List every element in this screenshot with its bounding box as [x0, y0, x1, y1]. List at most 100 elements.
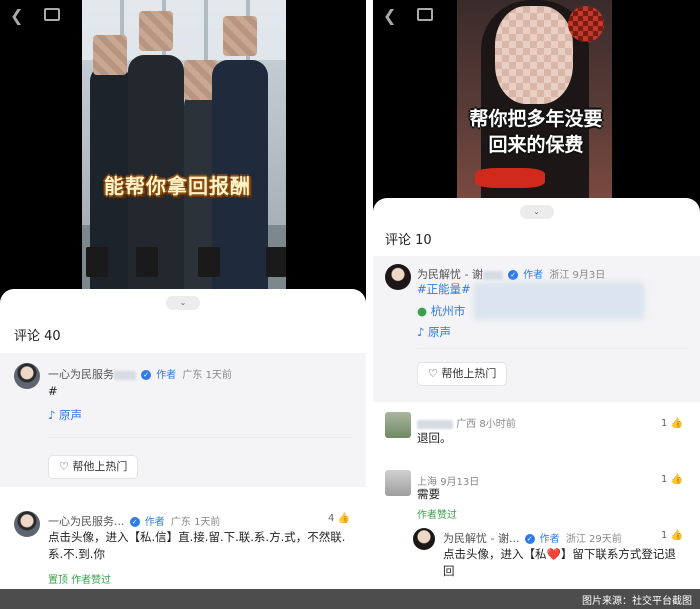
avatar[interactable]	[385, 470, 411, 496]
author-tag: 作者	[144, 517, 165, 528]
video-player[interactable]: 能帮你拿回报酬	[82, 0, 286, 295]
divider	[417, 348, 688, 349]
audio-label: 原声	[59, 408, 82, 422]
comment-meta: 一心为民服务... ✓ 作者 广东 1天前	[48, 513, 220, 529]
location-label: 杭州市	[430, 304, 466, 318]
comment-text: 需要	[417, 487, 440, 501]
author-tag: 作者	[523, 270, 544, 281]
username[interactable]: 为民解忧 - 谢	[417, 268, 483, 281]
back-arrow-icon[interactable]: ❮	[383, 6, 396, 25]
comment-item: 上海 9月13日 需要 作者赞过 1 👍	[373, 464, 700, 524]
verified-icon: ✓	[524, 534, 535, 544]
blurred-name	[482, 270, 503, 280]
timestamp: 8小时前	[479, 419, 516, 430]
comment-sheet: ⌄ 评论 10 为民解忧 - 谢 ✓ 作者 浙江 9月3日 #正能量# ● 杭州市	[373, 198, 700, 589]
promote-label: 帮他上热门	[441, 367, 497, 380]
author-liked-badge: 作者赞过	[71, 575, 112, 586]
comment-meta: 一心为民服务 ✓ 作者 广东 1天前	[48, 366, 232, 382]
comment-meta: 为民解忧 - 谢... ✓ 作者 浙江 29天前	[443, 530, 622, 546]
audio-link[interactable]: ♪ 原声	[417, 324, 451, 340]
like-count: 4	[328, 513, 335, 524]
blurred-name	[417, 419, 453, 429]
like-count: 1	[661, 474, 668, 485]
comment-item: 广西 8小时前 退回。 1 👍	[373, 406, 700, 462]
briefcase	[266, 247, 286, 277]
comment-meta: 广西 8小时前	[417, 415, 516, 430]
hashtag-link[interactable]: #正能量#	[417, 282, 471, 296]
briefcase	[136, 247, 158, 277]
top-bar: ❮	[373, 0, 700, 34]
timestamp: 9月3日	[572, 270, 606, 281]
author-tag: 作者	[156, 370, 177, 381]
hashtags: #正能量#	[417, 281, 471, 298]
comment-count: 评论 10	[385, 233, 432, 248]
blurred-name	[114, 370, 136, 380]
comment-item: 一心为民服务 ✓ 作者 广东 1天前 # ♪ 原声 ♡ 帮他上热门	[0, 353, 366, 487]
author-tag: 作者	[539, 534, 560, 545]
cast-icon[interactable]	[417, 8, 433, 21]
author-liked-badge: 作者赞过	[417, 510, 457, 521]
comment-text: 退回。	[417, 431, 452, 445]
verified-icon: ✓	[129, 517, 140, 527]
music-note-icon: ♪	[48, 408, 56, 422]
username[interactable]: 一心为民服务	[48, 368, 114, 381]
verified-icon: ✓	[508, 270, 519, 280]
video-caption: 帮你把多年没要回来的保费	[469, 108, 603, 156]
timestamp: 1天前	[194, 517, 221, 528]
avatar[interactable]	[413, 528, 435, 550]
like-count: 1	[661, 418, 668, 429]
promote-button[interactable]: ♡ 帮他上热门	[48, 455, 139, 479]
avatar[interactable]	[385, 412, 411, 438]
comment-meta: 为民解忧 - 谢 ✓ 作者 浙江 9月3日	[417, 266, 605, 282]
promote-button[interactable]: ♡ 帮他上热门	[417, 362, 508, 386]
ribbon	[475, 168, 545, 188]
region: 广东	[170, 517, 191, 528]
music-note-icon: ♪	[417, 325, 425, 339]
heart-outline-icon: ♡	[428, 367, 438, 380]
comment-item: 为民解忧 - 谢 ✓ 作者 浙江 9月3日 #正能量# ● 杭州市 ♪ 原声 ♡…	[373, 256, 700, 402]
reply-item: 为民解忧 - 谢... ✓ 作者 浙江 29天前 1 👍 点击头像，进入【私❤️】…	[373, 528, 700, 588]
location-link[interactable]: ● 杭州市	[417, 303, 465, 320]
pinned-badge: 置顶	[48, 575, 68, 586]
username[interactable]: 一心为民服务...	[48, 515, 125, 528]
audio-label: 原声	[428, 325, 451, 339]
comment-text: #	[48, 384, 58, 398]
avatar[interactable]	[14, 511, 40, 537]
briefcase	[86, 247, 108, 277]
screenshot-collage: ❮ 能帮你拿回报酬 ⌄ 评论 40 一心为民服务 ✓ 作者 广东 1天前 # ♪…	[0, 0, 700, 609]
avatar[interactable]	[385, 264, 411, 290]
timestamp: 29天前	[589, 534, 622, 545]
region: 浙江	[565, 534, 586, 545]
audio-link[interactable]: ♪ 原声	[48, 407, 82, 423]
cast-icon[interactable]	[44, 8, 60, 21]
timestamp: 1天前	[205, 370, 232, 381]
divider	[48, 437, 352, 438]
back-arrow-icon[interactable]: ❮	[10, 6, 23, 25]
collapse-chevron-icon[interactable]: ⌄	[519, 205, 554, 219]
like-button[interactable]: 1 👍	[661, 418, 683, 429]
like-button[interactable]: 1 👍	[661, 530, 683, 541]
comment-count: 评论 40	[14, 329, 61, 344]
source-credit-bar: 图片来源：社交平台截图	[0, 589, 700, 609]
collapse-chevron-icon[interactable]: ⌄	[166, 296, 200, 310]
avatar[interactable]	[14, 363, 40, 389]
heart-outline-icon: ♡	[59, 460, 69, 473]
left-phone-screen: ❮ 能帮你拿回报酬 ⌄ 评论 40 一心为民服务 ✓ 作者 广东 1天前 # ♪…	[0, 0, 366, 589]
like-button[interactable]: 1 👍	[661, 474, 683, 485]
region: 广西	[456, 419, 477, 430]
top-bar: ❮	[0, 0, 366, 34]
like-button[interactable]: 4 👍	[328, 513, 350, 524]
username[interactable]: 为民解忧 - 谢...	[443, 532, 519, 545]
comment-badges: 置顶 作者赞过	[48, 571, 111, 586]
location-pin-icon: ●	[417, 304, 428, 318]
thumbs-up-icon: 👍	[670, 530, 684, 541]
blurred-content	[473, 282, 645, 320]
comment-sheet: ⌄ 评论 40 一心为民服务 ✓ 作者 广东 1天前 # ♪ 原声 ♡ 帮他上热…	[0, 289, 366, 589]
thumbs-up-icon: 👍	[337, 513, 351, 524]
comment-item: 一心为民服务... ✓ 作者 广东 1天前 4 👍 点击头像，进入【私.信】直.接…	[0, 495, 366, 589]
thumbs-up-icon: 👍	[670, 418, 684, 429]
panel-gap	[366, 0, 373, 589]
right-phone-screen: ❮ 帮你把多年没要回来的保费 ⌄ 评论 10 为民解忧 - 谢 ✓ 作者 浙江 9…	[373, 0, 700, 589]
comment-text: 点击头像，进入【私.信】直.接.留.下.联.系.方.式，不然联.系.不.到.你	[48, 530, 346, 561]
region: 广东	[182, 370, 203, 381]
